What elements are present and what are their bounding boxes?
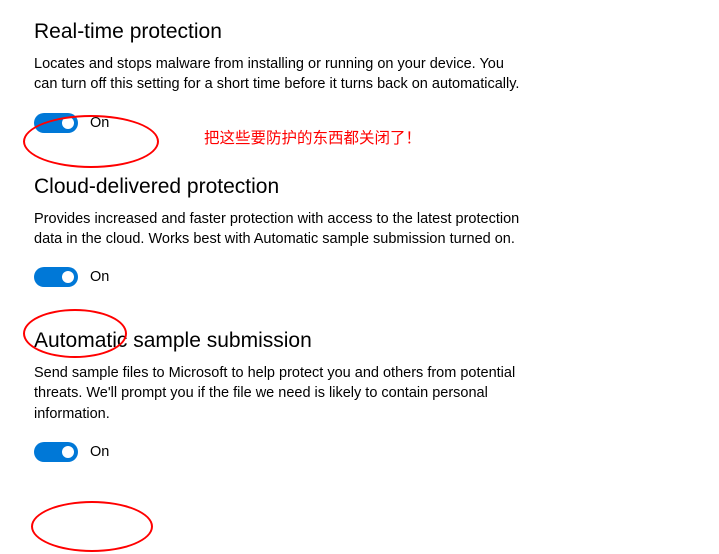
- cloud-description: Provides increased and faster protection…: [34, 209, 524, 250]
- realtime-toggle-row: On: [34, 113, 526, 133]
- cloud-title: Cloud-delivered protection: [34, 175, 526, 199]
- realtime-title: Real-time protection: [34, 20, 526, 44]
- realtime-toggle-label: On: [90, 115, 109, 131]
- sample-toggle[interactable]: [34, 442, 78, 462]
- sample-title: Automatic sample submission: [34, 329, 526, 353]
- section-realtime: Real-time protection Locates and stops m…: [34, 20, 526, 133]
- section-cloud: Cloud-delivered protection Provides incr…: [34, 175, 526, 288]
- realtime-toggle[interactable]: [34, 113, 78, 133]
- cloud-toggle-row: On: [34, 267, 526, 287]
- sample-description: Send sample files to Microsoft to help p…: [34, 363, 524, 424]
- toggle-knob: [62, 271, 74, 283]
- realtime-description: Locates and stops malware from installin…: [34, 54, 524, 95]
- section-sample: Automatic sample submission Send sample …: [34, 329, 526, 462]
- annotation-ellipse-3: [31, 501, 153, 552]
- settings-content: Real-time protection Locates and stops m…: [0, 0, 560, 462]
- toggle-knob: [62, 446, 74, 458]
- cloud-toggle[interactable]: [34, 267, 78, 287]
- cloud-toggle-label: On: [90, 269, 109, 285]
- sample-toggle-row: On: [34, 442, 526, 462]
- toggle-knob: [62, 117, 74, 129]
- sample-toggle-label: On: [90, 444, 109, 460]
